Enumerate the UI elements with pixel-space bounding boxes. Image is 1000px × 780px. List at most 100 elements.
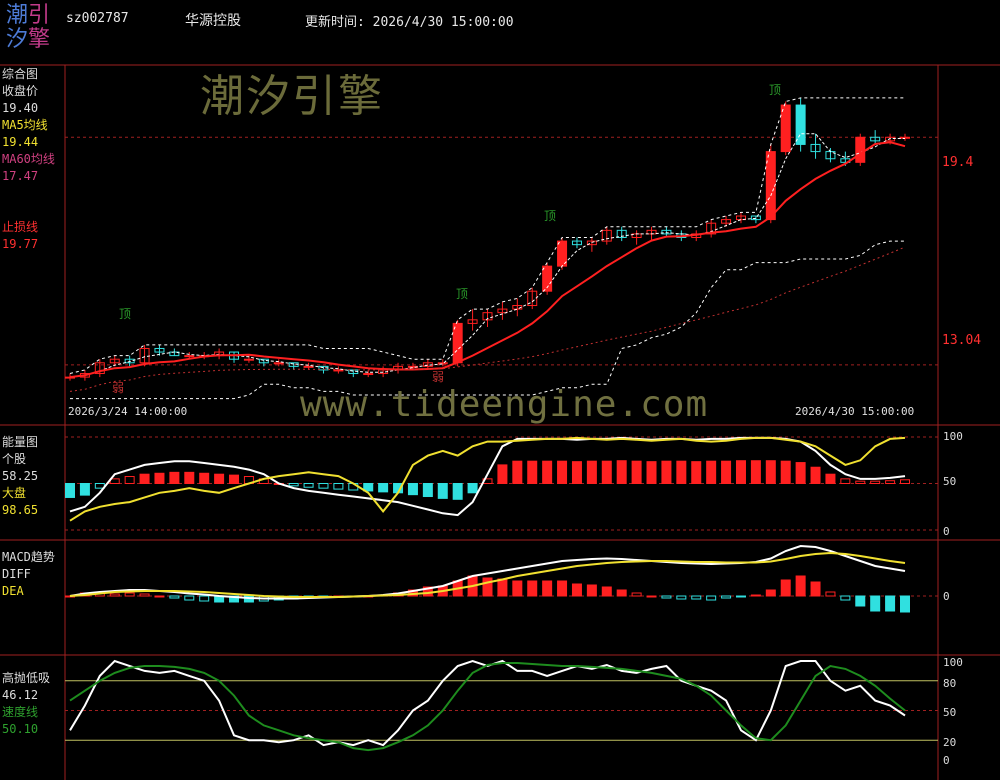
energy-bar — [229, 474, 240, 485]
energy-bar — [616, 460, 627, 484]
kdj-scale-0: 0 — [943, 754, 950, 767]
candle — [765, 151, 776, 221]
macd-bar — [750, 594, 761, 597]
kdj-speed-line — [69, 662, 906, 752]
energy-bar — [214, 473, 225, 485]
macd-bar — [482, 577, 493, 597]
annotation-label: 弱 — [112, 381, 124, 395]
close-label: 收盘价 — [2, 84, 39, 98]
annotation-label: 顶 — [456, 287, 468, 301]
macd-bar — [900, 595, 910, 613]
macd-bar — [497, 578, 508, 597]
macd-bar — [586, 584, 597, 597]
macd-bar — [154, 595, 165, 598]
ma5-line — [69, 133, 905, 378]
candle — [273, 362, 284, 365]
energy-bar — [378, 483, 389, 493]
energy-bar — [467, 483, 478, 494]
price-low-label: 13.04 — [942, 333, 982, 348]
energy-scale-50: 50 — [943, 475, 957, 488]
energy-bar — [288, 483, 299, 487]
macd-bar — [169, 595, 180, 599]
macd-bar — [631, 592, 642, 597]
date-start: 2026/3/24 14:00:00 — [68, 405, 188, 418]
channel-upper — [69, 97, 905, 374]
main-panel-title: 综合图 — [2, 67, 39, 81]
energy-bar — [184, 471, 195, 484]
candle — [363, 373, 374, 376]
candle — [333, 369, 344, 372]
energy-bar — [586, 460, 597, 484]
macd-bar — [184, 595, 195, 601]
price-high-label: 19.4 — [942, 155, 974, 170]
energy-stock-label: 个股 — [2, 452, 27, 466]
macd-bar — [870, 595, 881, 612]
macd-bar — [124, 592, 135, 597]
macd-bar — [139, 593, 150, 597]
annotation-label: 顶 — [119, 307, 131, 321]
annotation-label: 顶 — [544, 209, 556, 223]
kdj-speed-value: 50.10 — [2, 722, 39, 736]
kdj-title: 高抛低吸 — [2, 671, 51, 685]
macd-diff-label: DIFF — [2, 567, 31, 581]
energy-bar — [840, 478, 851, 485]
candle — [184, 355, 195, 358]
energy-bar — [79, 483, 90, 496]
date-end: 2026/4/30 15:00:00 — [795, 405, 915, 418]
energy-bar — [900, 479, 910, 484]
macd-bar — [885, 595, 896, 612]
annotation-label: 弱 — [432, 370, 444, 384]
macd-bar — [527, 580, 538, 597]
energy-scale-0: 0 — [943, 525, 950, 538]
energy-bar — [765, 460, 776, 484]
energy-bar — [139, 473, 150, 485]
candle — [437, 362, 448, 365]
energy-bar — [870, 480, 881, 484]
kdj-scale-100: 100 — [943, 656, 963, 669]
url-watermark: www.tideengine.com — [300, 384, 709, 425]
energy-bar — [437, 483, 448, 499]
macd-bar — [691, 595, 702, 600]
energy-bar — [65, 483, 75, 498]
macd-bar — [571, 583, 582, 597]
candle — [795, 104, 806, 145]
candle — [303, 365, 314, 368]
energy-bar — [333, 483, 344, 490]
macd-bar — [542, 580, 553, 597]
macd-bar — [661, 595, 672, 599]
energy-bar — [422, 483, 433, 498]
energy-bar — [750, 460, 761, 484]
macd-bar — [512, 580, 523, 597]
macd-bar — [616, 589, 627, 597]
macd-bar — [795, 575, 806, 597]
energy-bar — [780, 460, 791, 484]
macd-bar — [840, 595, 851, 601]
macd-bar — [780, 579, 791, 597]
energy-bar — [407, 483, 418, 496]
candle — [855, 136, 866, 163]
macd-bar — [706, 595, 717, 601]
energy-bar — [676, 460, 687, 484]
energy-bar — [825, 473, 836, 485]
energy-bar — [661, 460, 672, 484]
energy-bar — [706, 460, 717, 484]
energy-bar — [571, 461, 582, 484]
watermark-title: 潮汐引擎 — [200, 71, 384, 122]
stop-value: 19.77 — [2, 237, 39, 251]
energy-bar — [169, 471, 180, 484]
kdj-scale-20: 20 — [943, 736, 957, 749]
energy-stock-value: 58.25 — [2, 469, 39, 483]
kdj-speed-label: 速度线 — [2, 705, 39, 719]
energy-bar — [557, 460, 568, 484]
ma20-line — [69, 141, 906, 379]
macd-bar — [676, 595, 687, 600]
energy-bar — [542, 460, 553, 484]
energy-bar — [855, 480, 866, 484]
candle — [780, 104, 791, 153]
ma60-label: MA60均线 — [2, 152, 55, 166]
ma60-value: 17.47 — [2, 169, 39, 183]
energy-bar — [691, 461, 702, 484]
energy-bar — [735, 460, 746, 484]
energy-bar — [810, 466, 821, 485]
macd-title: MACD趋势 — [2, 550, 55, 564]
